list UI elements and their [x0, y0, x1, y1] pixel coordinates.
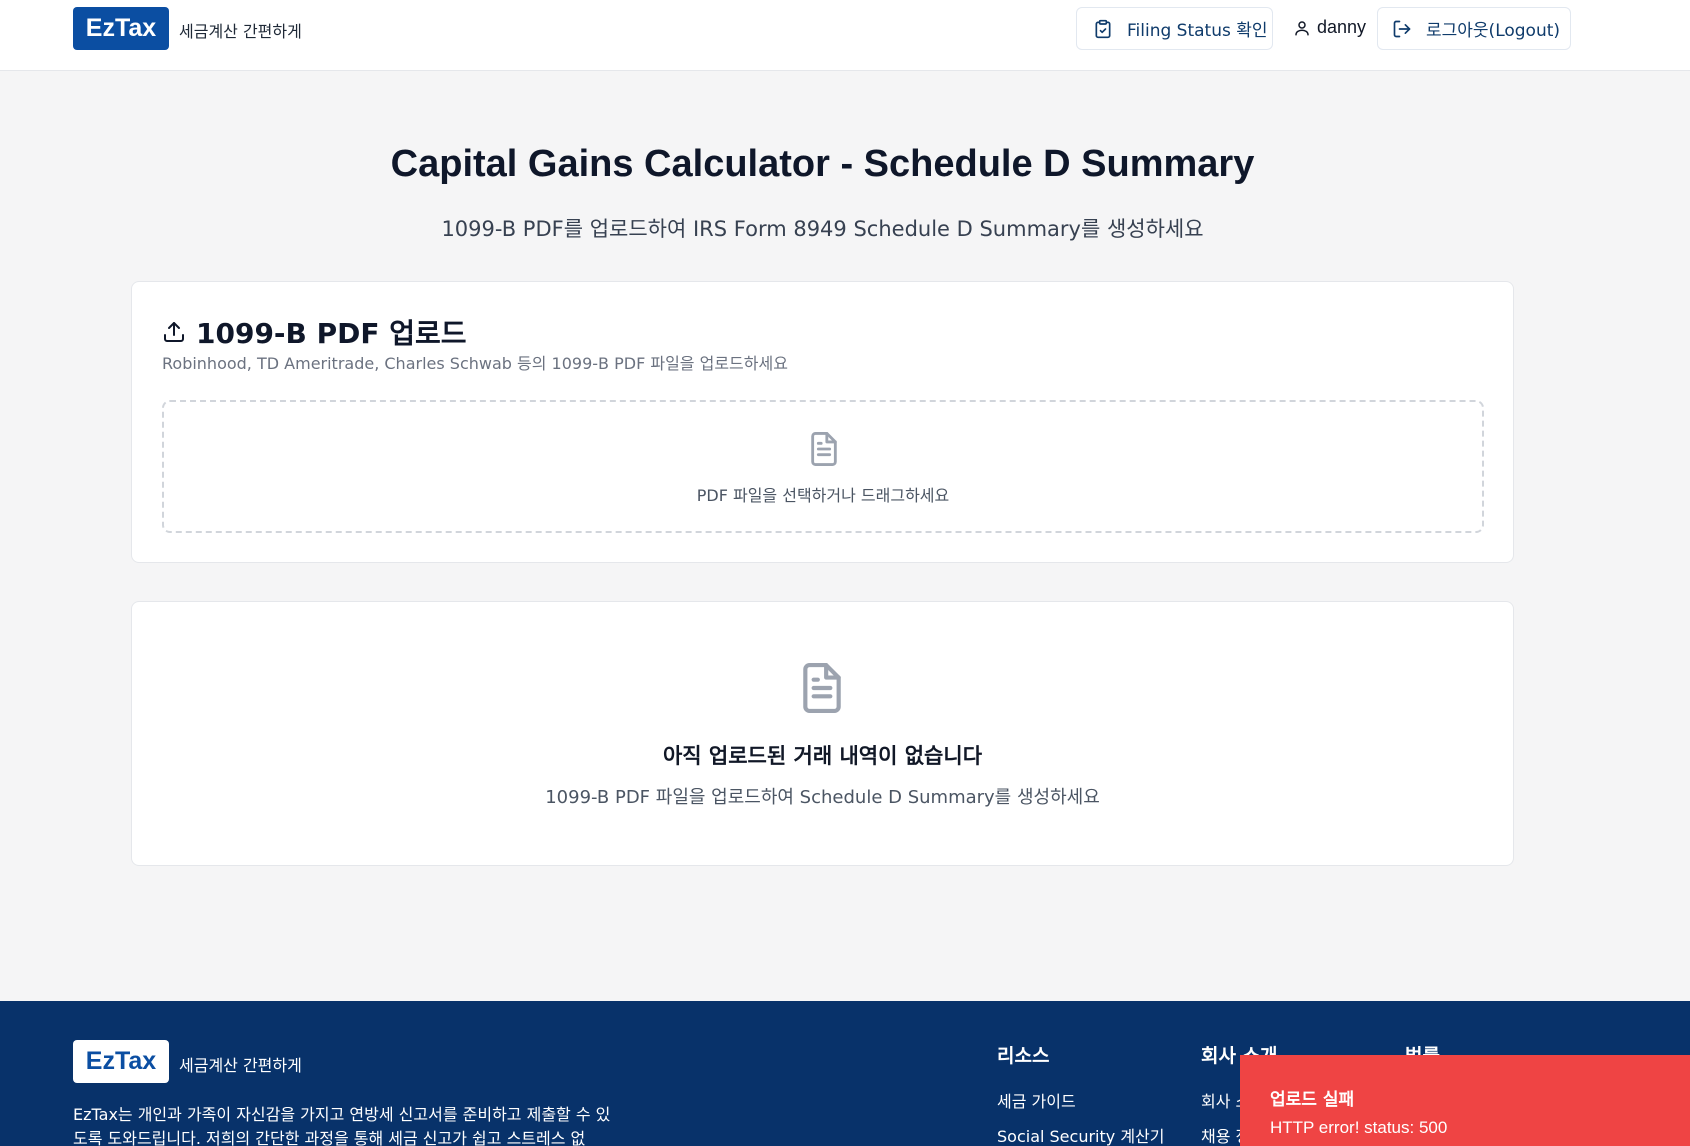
- upload-icon: [162, 320, 186, 344]
- empty-state-title: 아직 업로드된 거래 내역이 없습니다: [662, 744, 983, 768]
- footer-column-resources: 리소스 세금 가이드 Social Security 계산기: [997, 1041, 1164, 1146]
- empty-state-description: 1099-B PDF 파일을 업로드하여 Schedule D Summary를…: [545, 787, 1100, 808]
- footer-link-tax-guide[interactable]: 세금 가이드: [997, 1088, 1164, 1112]
- clipboard-check-icon: [1093, 19, 1113, 39]
- document-icon: [797, 660, 847, 716]
- user-icon: [1293, 19, 1311, 37]
- logout-button[interactable]: 로그아웃(Logout): [1377, 7, 1571, 50]
- top-header: EzTax 세금계산 간편하게 Filing Status 확인 danny 로…: [0, 0, 1690, 71]
- footer-tagline: 세금계산 간편하게: [179, 1056, 302, 1075]
- logout-icon: [1392, 19, 1412, 39]
- document-icon: [807, 430, 841, 468]
- logout-label: 로그아웃(Logout): [1426, 21, 1561, 41]
- logo[interactable]: EzTax: [73, 7, 169, 50]
- upload-card-title: 1099-B PDF 업로드: [196, 317, 467, 350]
- toast-title: 업로드 실패: [1270, 1090, 1355, 1110]
- footer-logo[interactable]: EzTax: [73, 1040, 169, 1083]
- footer-link-ss-calculator[interactable]: Social Security 계산기: [997, 1123, 1164, 1146]
- pdf-dropzone[interactable]: PDF 파일을 선택하거나 드래그하세요: [162, 400, 1484, 533]
- page-title: Capital Gains Calculator - Schedule D Su…: [390, 143, 1255, 185]
- page-subtitle: 1099-B PDF를 업로드하여 IRS Form 8949 Schedule…: [441, 217, 1204, 241]
- logo-tagline: 세금계산 간편하게: [179, 22, 302, 41]
- dropzone-text: PDF 파일을 선택하거나 드래그하세요: [696, 486, 950, 505]
- error-toast[interactable]: 업로드 실패 HTTP error! status: 500: [1240, 1055, 1690, 1146]
- upload-card-description: Robinhood, TD Ameritrade, Charles Schwab…: [162, 354, 788, 373]
- footer-column-title: 리소스: [997, 1045, 1050, 1067]
- filing-status-button[interactable]: Filing Status 확인: [1076, 7, 1273, 50]
- toast-message: HTTP error! status: 500: [1270, 1118, 1448, 1137]
- upload-card: 1099-B PDF 업로드 Robinhood, TD Ameritrade,…: [131, 281, 1514, 563]
- empty-state-card: 아직 업로드된 거래 내역이 없습니다 1099-B PDF 파일을 업로드하여…: [131, 601, 1514, 866]
- footer-description: EzTax는 개인과 가족이 자신감을 가지고 연방세 신고서를 준비하고 제출…: [73, 1105, 611, 1146]
- user-menu[interactable]: danny: [1293, 17, 1366, 38]
- upload-card-header: 1099-B PDF 업로드: [162, 312, 467, 352]
- filing-status-label: Filing Status 확인: [1127, 21, 1268, 41]
- username: danny: [1317, 17, 1367, 37]
